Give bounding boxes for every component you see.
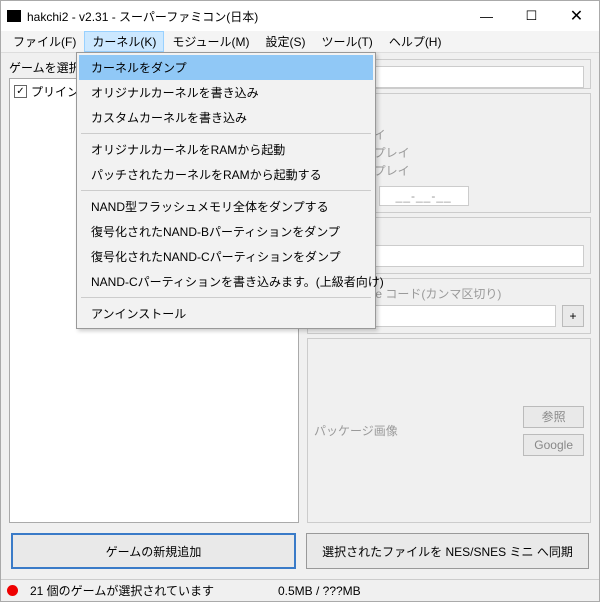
browse-button[interactable]: 参照 — [523, 406, 584, 428]
menu-tools[interactable]: ツール(T) — [313, 31, 380, 52]
maximize-button[interactable]: ☐ — [509, 1, 554, 31]
menu-nand-dump[interactable]: NAND型フラッシュメモリ全体をダンプする — [79, 194, 373, 219]
sync-button[interactable]: 選択されたファイルを NES/SNES ミニ へ同期 — [306, 533, 589, 569]
menu-modules[interactable]: モジュール(M) — [164, 31, 257, 52]
menu-kernel[interactable]: カーネル(K) — [84, 31, 164, 52]
menu-dump-kernel[interactable]: カーネルをダンプ — [79, 55, 373, 80]
status-dot-icon — [7, 585, 18, 596]
menu-write-custom[interactable]: カスタムカーネルを書き込み — [79, 105, 373, 130]
window-title: hakchi2 - v2.31 - スーパーファミコン(日本) — [27, 8, 464, 25]
menu-nand-c[interactable]: 復号化されたNAND-Cパーティションをダンプ — [79, 244, 373, 269]
add-game-button[interactable]: ゲームの新規追加 — [11, 533, 296, 569]
menu-nand-c-write[interactable]: NAND-Cパーティションを書き込みます。(上級者向け) — [79, 269, 373, 294]
checkbox-icon[interactable]: ✓ — [14, 85, 27, 98]
separator — [81, 133, 371, 134]
package-image-label: パッケージ画像 — [314, 424, 398, 438]
menubar: ファイル(F) カーネル(K) モジュール(M) 設定(S) ツール(T) ヘル… — [1, 31, 599, 53]
close-button[interactable]: ✕ — [554, 1, 599, 31]
date-field[interactable]: __-__-__ — [379, 186, 469, 206]
kernel-dropdown: カーネルをダンプ オリジナルカーネルを書き込み カスタムカーネルを書き込み オリ… — [76, 52, 376, 329]
menu-write-orig[interactable]: オリジナルカーネルを書き込み — [79, 80, 373, 105]
titlebar: hakchi2 - v2.31 - スーパーファミコン(日本) — ☐ ✕ — [1, 1, 599, 31]
minimize-button[interactable]: — — [464, 1, 509, 31]
menu-uninstall[interactable]: アンインストール — [79, 301, 373, 326]
menu-file[interactable]: ファイル(F) — [5, 31, 84, 52]
statusbar: 21 個のゲームが選択されています 0.5MB / ???MB — [1, 579, 599, 601]
separator — [81, 190, 371, 191]
app-icon — [7, 10, 21, 22]
separator — [81, 297, 371, 298]
status-size: 0.5MB / ???MB — [278, 584, 361, 598]
menu-ram-orig[interactable]: オリジナルカーネルをRAMから起動 — [79, 137, 373, 162]
menu-nand-b[interactable]: 復号化されたNAND-Bパーティションをダンプ — [79, 219, 373, 244]
status-count: 21 個のゲームが選択されています — [30, 582, 214, 599]
google-button[interactable]: Google — [523, 434, 584, 456]
menu-settings[interactable]: 設定(S) — [257, 31, 313, 52]
add-code-button[interactable]: + — [562, 305, 584, 327]
menu-help[interactable]: ヘルプ(H) — [381, 31, 450, 52]
menu-ram-patched[interactable]: パッチされたカーネルをRAMから起動する — [79, 162, 373, 187]
